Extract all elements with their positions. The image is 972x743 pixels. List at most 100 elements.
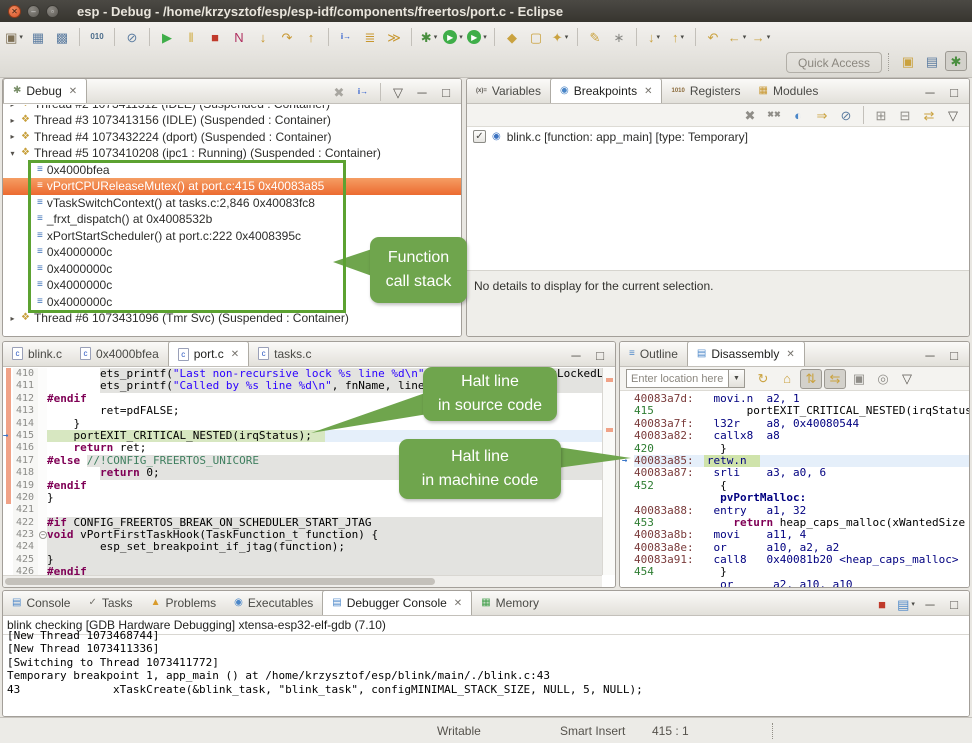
tab-breakpoints[interactable]: ◉Breakpoints✕ — [550, 78, 663, 103]
next-annotation-icon[interactable]: ↑▾ — [667, 27, 689, 47]
thread-row[interactable]: ▸❖Thread #3 1073413156 (IDLE) (Suspended… — [3, 112, 461, 129]
track-expression-icon[interactable]: ⇅ — [800, 369, 822, 389]
link-with-debug-view-icon[interactable]: ⇄ — [918, 105, 940, 125]
maximize-icon[interactable]: □ — [435, 83, 457, 101]
thread-row[interactable]: ▸❖Thread #6 1073431096 (Tmr Svc) (Suspen… — [3, 310, 461, 327]
thread-row[interactable]: ▸❖Thread #4 1073432224 (dport) (Suspende… — [3, 129, 461, 146]
stack-frame-row[interactable]: ≡0x4000000c — [3, 277, 461, 294]
editor-code-line[interactable]: 424 esp_set_breakpoint_if_jtag(function)… — [3, 541, 602, 553]
window-minimize-button[interactable]: – — [27, 5, 40, 18]
tab-modules[interactable]: ▦Modules — [750, 78, 828, 103]
window-maximize-button[interactable]: ▫ — [46, 5, 59, 18]
collapse-all-icon[interactable]: ⊟ — [894, 105, 916, 125]
step-over-icon[interactable]: ↷ — [276, 27, 298, 47]
run-icon[interactable]: ▶▾ — [442, 27, 464, 47]
minimize-icon[interactable]: ─ — [919, 83, 941, 101]
editor-horizontal-scrollbar[interactable] — [3, 575, 602, 587]
view-menu-icon[interactable]: ▽ — [942, 105, 964, 125]
open-perspective-icon[interactable]: ▣ — [897, 51, 919, 71]
editor-code-line[interactable]: 418 return 0; — [3, 467, 602, 479]
save-icon[interactable]: ▦ — [27, 27, 49, 47]
stack-frame-row[interactable]: ≡vTaskSwitchContext() at tasks.c:2,846 0… — [3, 195, 461, 212]
stack-frame-row[interactable]: ≡vPortCPUReleaseMutex() at port.c:415 0x… — [3, 178, 461, 195]
editor-code-line[interactable]: →415 portEXIT_CRITICAL_NESTED(irqStatus)… — [3, 430, 602, 442]
pin-view-icon[interactable]: ◎ — [872, 369, 894, 389]
stack-frame-row[interactable]: ≡_frxt_dispatch() at 0x4008532b — [3, 211, 461, 228]
view-menu-icon[interactable]: ▽ — [896, 369, 918, 389]
expand-arrow-icon[interactable]: ▸ — [8, 132, 17, 141]
instruction-stepping-mode-icon[interactable]: i→ — [352, 83, 374, 101]
disconnect-icon[interactable]: N — [228, 27, 250, 47]
tab-blink-c[interactable]: cblink.c — [3, 341, 71, 366]
disasm-line[interactable]: 40083a8e: or a10, a2, a2 — [620, 542, 969, 554]
tab-close-icon[interactable]: ✕ — [786, 349, 794, 360]
use-step-filters-icon[interactable]: ≫ — [383, 27, 405, 47]
terminate-console-icon[interactable]: ■ — [871, 595, 893, 613]
tab-close-icon[interactable]: ✕ — [644, 86, 652, 97]
disasm-line[interactable]: 40083a87: srli a3, a0, 6 — [620, 467, 969, 479]
tab-variables[interactable]: (x)=Variables — [467, 78, 550, 103]
location-combo[interactable]: Enter location here — [626, 369, 728, 388]
tab-0x4000bfea[interactable]: c0x4000bfea — [71, 341, 168, 366]
tab-executables[interactable]: ◉Executables — [225, 590, 322, 615]
tab-problems[interactable]: ▲Problems — [142, 590, 226, 615]
disasm-line[interactable]: 40083a82: callx8 a8 — [620, 430, 969, 442]
editor-code-line[interactable]: 419#endif — [3, 480, 602, 492]
terminate-icon[interactable]: ■ — [204, 27, 226, 47]
disasm-line[interactable]: 452 { — [620, 480, 969, 492]
disasm-line[interactable]: 420 } — [620, 443, 969, 455]
disasm-line[interactable]: or a2, a10, a10 — [620, 579, 969, 587]
breakpoint-row[interactable]: ✓◉blink.c [function: app_main] [type: Te… — [467, 127, 969, 146]
tab-close-icon[interactable]: ✕ — [231, 349, 239, 360]
editor-code-line[interactable]: 411 ets_printf("Called by %s line %d\n",… — [3, 380, 602, 392]
disasm-line[interactable]: 453 return heap_caps_malloc(xWantedSize — [620, 517, 969, 529]
tab-outline[interactable]: ≡Outline — [620, 341, 687, 366]
stack-frame-row[interactable]: ≡xPortStartScheduler() at port.c:222 0x4… — [3, 228, 461, 245]
minimize-icon[interactable]: ─ — [919, 346, 941, 364]
cpp-perspective-icon[interactable]: ▤ — [921, 51, 943, 71]
editor-code-line[interactable]: 420} — [3, 492, 602, 504]
thread-row[interactable]: ▾❖Thread #5 1073410208 (ipc1 : Running) … — [3, 145, 461, 162]
tab-disassembly[interactable]: ▤Disassembly✕ — [687, 341, 805, 366]
step-return-icon[interactable]: ↑ — [300, 27, 322, 47]
disasm-line[interactable]: 454 } — [620, 566, 969, 578]
editor-code-line[interactable]: 417#else //!CONFIG_FREERTOS_UNICORE — [3, 455, 602, 467]
minimize-icon[interactable]: ─ — [919, 595, 941, 613]
debug-perspective-icon[interactable]: ✱ — [945, 51, 967, 71]
drop-to-frame-icon[interactable]: ≣ — [359, 27, 381, 47]
remove-all-breakpoints-icon[interactable]: ✖✖ — [763, 105, 785, 125]
remove-selected-breakpoints-icon[interactable]: ✖ — [739, 105, 761, 125]
editor-code-line[interactable]: 422#if CONFIG_FREERTOS_BREAK_ON_SCHEDULE… — [3, 517, 602, 529]
tab-close-icon[interactable]: ✕ — [69, 86, 77, 97]
home-icon[interactable]: ⌂ — [776, 369, 798, 389]
forward-icon[interactable]: →▾ — [750, 27, 772, 47]
editor-code-line[interactable]: 421 — [3, 504, 602, 516]
minimize-icon[interactable]: ─ — [565, 346, 587, 364]
external-tools-icon[interactable]: ▶▾ — [466, 27, 488, 47]
save-all-icon[interactable]: ▩ — [51, 27, 73, 47]
skip-all-breakpoints-icon[interactable]: ⊘ — [121, 27, 143, 47]
disasm-line[interactable]: pvPortMalloc: — [620, 492, 969, 504]
maximize-icon[interactable]: □ — [943, 346, 965, 364]
debug-icon[interactable]: ✱▾ — [418, 27, 440, 47]
toggle-mark-occurrences-icon[interactable]: ✎ — [584, 27, 606, 47]
maximize-icon[interactable]: □ — [589, 346, 611, 364]
scrollbar-thumb[interactable] — [5, 578, 435, 585]
overview-ruler[interactable] — [602, 368, 615, 575]
editor-code-line[interactable]: 426#endif — [3, 566, 602, 575]
tab-tasks[interactable]: ✓Tasks — [79, 590, 141, 615]
editor-code-line[interactable]: 412#endif — [3, 393, 602, 405]
tab-close-icon[interactable]: ✕ — [454, 598, 462, 609]
tab-tasks-c[interactable]: ctasks.c — [249, 341, 320, 366]
disasm-line[interactable]: 40083a8b: movi a11, 4 — [620, 529, 969, 541]
open-new-view-icon[interactable]: ▣ — [848, 369, 870, 389]
expand-arrow-icon[interactable]: ▸ — [8, 116, 17, 125]
expand-arrow-icon[interactable]: ▸ — [8, 105, 17, 109]
search-icon[interactable]: ✦▾ — [549, 27, 571, 47]
window-close-button[interactable]: ✕ — [8, 5, 21, 18]
tab-debugger-console[interactable]: ▤Debugger Console✕ — [322, 590, 472, 615]
sync-with-active-debug-context-icon[interactable]: ⇆ — [824, 369, 846, 389]
remove-all-terminated-icon[interactable]: ✖ — [328, 83, 350, 101]
breakpoint-checkbox[interactable]: ✓ — [473, 130, 486, 143]
back-history-icon[interactable]: ↶ — [702, 27, 724, 47]
